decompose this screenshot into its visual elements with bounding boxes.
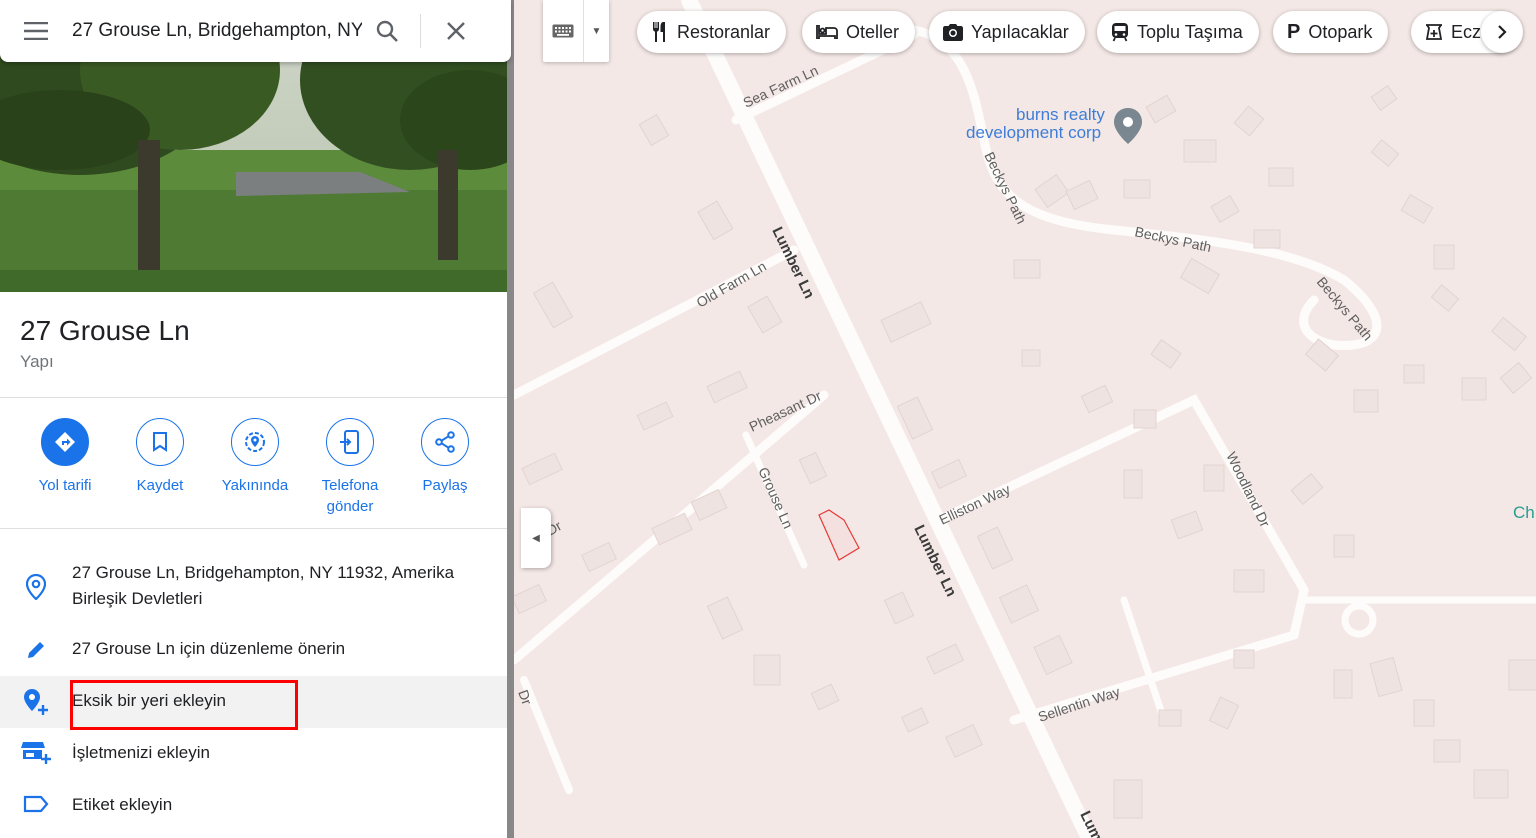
share-button[interactable]: Paylaş <box>397 418 493 496</box>
chevron-right-icon[interactable] <box>1481 11 1523 53</box>
suggest-edit-text: 27 Grouse Ln için düzenleme önerin <box>72 639 346 658</box>
save-button[interactable]: Kaydet <box>112 418 208 496</box>
divider <box>0 397 507 398</box>
search-box <box>0 0 511 62</box>
action-label: Telefona gönder <box>321 477 379 515</box>
road-label-beckys: Beckys Path <box>981 149 1029 226</box>
bookmark-icon <box>136 418 184 466</box>
action-label: Kaydet <box>136 477 184 494</box>
poi-label-line2: development corp <box>966 123 1101 142</box>
search-divider <box>420 14 421 48</box>
road-label-woodland: Woodland Dr <box>1223 449 1273 530</box>
highlighted-building <box>818 509 860 561</box>
action-label: Yakınında <box>221 477 289 494</box>
add-label-row[interactable]: Etiket ekleyin <box>0 792 507 818</box>
road-label-elliston: Elliston Way <box>937 481 1013 528</box>
chip-transit[interactable]: Toplu Taşıma <box>1097 11 1259 53</box>
chip-things-to-do[interactable]: Yapılacaklar <box>929 11 1085 53</box>
camera-icon <box>943 23 963 41</box>
chip-label: Ecz <box>1451 21 1482 42</box>
nearby-button[interactable]: Yakınında <box>207 418 303 496</box>
chip-label: Toplu Taşıma <box>1137 21 1243 42</box>
pencil-icon <box>0 636 72 660</box>
highlight-annotation-box <box>70 680 298 730</box>
road-label-beckys: Beckys Path <box>1133 223 1212 255</box>
add-business-icon <box>0 740 72 766</box>
place-title: 27 Grouse Ln <box>20 315 190 346</box>
send-to-phone-icon <box>326 418 374 466</box>
chip-label: Otopark <box>1308 21 1373 42</box>
search-icon[interactable] <box>362 0 412 62</box>
google-maps-app: Lumber Ln Lumber Ln Lum Sea Farm Ln Old … <box>0 0 1536 838</box>
collapse-panel-button[interactable]: ◀ <box>521 508 551 568</box>
chevron-down-icon[interactable]: ▼ <box>583 0 609 62</box>
map-edge-label[interactable]: Ch <box>1513 503 1535 523</box>
add-business-text: İşletmenizi ekleyin <box>72 743 210 762</box>
pharmacy-icon <box>1425 23 1443 41</box>
keyboard-input-button[interactable]: ▼ <box>543 0 609 62</box>
transit-icon <box>1111 22 1129 42</box>
action-label: Paylaş <box>422 477 468 494</box>
chip-label: Yapılacaklar <box>971 21 1069 42</box>
add-label-text: Etiket ekleyin <box>72 795 173 814</box>
chip-label: Oteller <box>846 21 900 42</box>
chip-parking[interactable]: P Otopark <box>1273 11 1389 53</box>
suggest-edit-row[interactable]: 27 Grouse Ln için düzenleme önerin <box>0 636 507 662</box>
add-business-row[interactable]: İşletmenizi ekleyin <box>0 740 507 766</box>
action-label: Yol tarifi <box>38 477 92 494</box>
map-drawing: Lumber Ln Lumber Ln Lum Sea Farm Ln Old … <box>514 0 1536 838</box>
road-label-sellentin: Sellentin Way <box>1036 683 1122 725</box>
menu-icon[interactable] <box>0 0 72 62</box>
parking-icon: P <box>1287 20 1301 43</box>
address-text: 27 Grouse Ln, Bridgehampton, NY 11932, A… <box>72 563 455 608</box>
poi-pin <box>1114 108 1142 144</box>
restaurant-icon <box>651 22 669 42</box>
location-pin-icon <box>0 560 72 600</box>
chip-hotels[interactable]: Oteller <box>802 11 916 53</box>
nearby-icon <box>231 418 279 466</box>
map-canvas[interactable]: Lumber Ln Lumber Ln Lum Sea Farm Ln Old … <box>514 0 1536 838</box>
label-icon <box>0 792 72 813</box>
add-location-icon <box>0 688 72 716</box>
directions-button[interactable]: Yol tarifi <box>17 418 113 496</box>
search-input[interactable] <box>72 20 362 42</box>
chip-label: Restoranlar <box>677 21 771 42</box>
chevron-left-icon: ◀ <box>532 532 540 544</box>
send-to-phone-button[interactable]: Telefona gönder <box>302 418 398 517</box>
road-label-grouse: Grouse Ln <box>755 465 796 531</box>
place-type[interactable]: Yapı <box>20 352 54 372</box>
hotel-icon <box>816 25 838 39</box>
share-icon <box>421 418 469 466</box>
close-icon[interactable] <box>429 0 483 62</box>
directions-icon <box>41 418 89 466</box>
divider <box>0 528 507 529</box>
poi-label-line1: burns realty <box>1016 105 1105 124</box>
chip-restaurants[interactable]: Restoranlar <box>637 11 787 53</box>
keyboard-icon <box>543 24 583 38</box>
address-row[interactable]: 27 Grouse Ln, Bridgehampton, NY 11932, A… <box>0 560 507 612</box>
